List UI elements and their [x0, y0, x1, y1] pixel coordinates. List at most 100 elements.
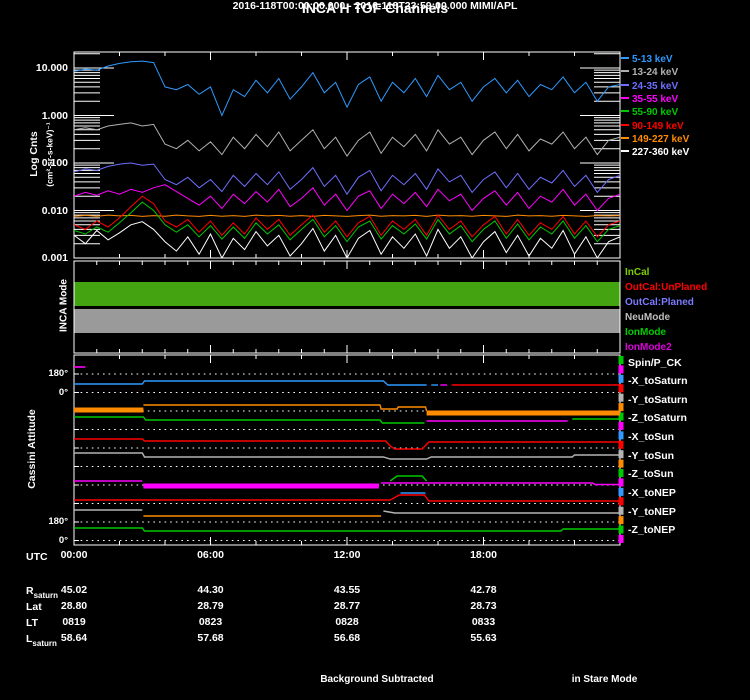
attitude-ytick-label: 0° [58, 386, 68, 398]
legend-dash-icon [621, 136, 629, 139]
attitude-edge-tick [618, 403, 624, 412]
attitude-trace--Y_toNEP [383, 510, 620, 514]
flux-legend-item: 149-227 keV [621, 134, 689, 145]
attitude-ytick-label: 180° [48, 516, 68, 527]
flux-legend-label: 90-149 keV [632, 120, 684, 132]
attitude-edge-tick [618, 393, 624, 402]
mode-legend-item: NeuMode [625, 312, 670, 323]
attitude-edge-tick [618, 469, 624, 478]
flux-legend-label: 55-90 keV [632, 107, 679, 119]
legend-dash-icon [621, 150, 629, 153]
ephemeris-value: 58.64 [60, 632, 88, 644]
legend-dash-icon [621, 123, 629, 126]
ephemeris-value: 0819 [62, 616, 86, 628]
flux-legend-label: 227-360 keV [632, 147, 690, 159]
attitude-edge-tick [618, 356, 624, 364]
attitude-edge-tick [618, 421, 624, 430]
ephemeris-value: 28.77 [333, 600, 361, 612]
flux-legend-label: 5-13 keV [632, 54, 673, 65]
ephemeris-value: 28.80 [60, 600, 88, 612]
legend-dash-icon [621, 96, 629, 99]
ephemeris-row-label: Lat [26, 601, 42, 613]
flux-trace-24-35keV [74, 162, 620, 196]
background-subtracted-note: Background Subtracted [320, 674, 434, 685]
attitude-ytick-label: 180° [48, 368, 68, 379]
stare-mode-note: in Stare Mode [571, 674, 638, 685]
ephemeris-value: 42.78 [470, 584, 497, 596]
attitude-trace--X_toSun [74, 438, 620, 450]
attitude-trace--X_toNEP [74, 494, 620, 502]
attitude-legend-item: -Z_toNEP [628, 524, 676, 537]
ephemeris-value: 57.68 [197, 632, 224, 644]
ephemeris-value: 0823 [198, 616, 223, 628]
ephemeris-value: 28.73 [470, 600, 497, 612]
mode-legend-item: InCal [625, 267, 650, 278]
attitude-legend-item: -Y_toSaturn [628, 393, 688, 406]
flux-ytick-label: 0.001 [41, 252, 68, 264]
attitude-legend-item: -X_toSun [628, 431, 675, 444]
flux-trace-5-13keV [74, 60, 620, 117]
mode-legend-item: IonMode2 [625, 342, 672, 353]
attitude-legend-item: -X_toSaturn [628, 375, 688, 388]
mode-legend-item: OutCal:Planed [625, 297, 694, 308]
flux-legend-item: 5-13 keV [621, 54, 673, 65]
time-range-subtitle: 2016-118T00:00:00.000 - 2016-118T23:59:0… [232, 0, 518, 12]
attitude-edge-tick [618, 431, 624, 440]
flux-ytick-label: 0.010 [41, 204, 68, 217]
attitude-legend-item: -Y_toSun [628, 449, 675, 462]
attitude-edge-tick [618, 365, 624, 374]
attitude-trace--Z_toSun [389, 475, 428, 482]
attitude-legend-item: -X_toNEP [628, 487, 676, 500]
ephemeris-value: 45.02 [60, 584, 88, 596]
legend-dash-icon [621, 110, 629, 113]
flux-legend-item: 35-55 keV [621, 94, 678, 105]
flux-legend-item: 24-35 keV [621, 81, 678, 92]
attitude-edge-tick [618, 459, 624, 468]
attitude-legend-item: Spin/P_CK [628, 356, 682, 369]
ephemeris-value: 55.63 [470, 632, 497, 644]
flux-axis-units-label: (cm²-sr-s-keV)⁻¹ [44, 122, 55, 187]
mode-legend-item: IonMode [625, 327, 667, 338]
utc-tick-label: 12:00 [333, 549, 361, 561]
attitude-trace--Y_toSun [74, 452, 620, 460]
inca-mode-axis-label: INCA Mode [58, 279, 70, 332]
row-label-main: LT [26, 617, 39, 629]
attitude-trace--X_toSaturn [74, 380, 427, 386]
attitude-trace--Z_toSun [381, 482, 620, 486]
inca-mode-panel [73, 260, 621, 354]
flux-legend-item: 55-90 keV [621, 107, 678, 118]
flux-ytick-label: 10.000 [35, 62, 68, 74]
flux-legend-label: 13-24 keV [632, 67, 679, 79]
attitude-edge-tick [618, 516, 624, 525]
flux-axis-label: Log Cnts [28, 131, 40, 177]
attitude-trace--Z_toSaturn [74, 416, 425, 424]
attitude-legend-item: -Z_toSaturn [628, 412, 687, 425]
flux-trace-13-24keV [74, 122, 620, 158]
flux-legend-label: 35-55 keV [632, 93, 679, 105]
flux-legend-item: 13-24 keV [621, 67, 678, 78]
flux-ytick-label: 1.000 [41, 109, 68, 122]
ephemeris-value: 0833 [471, 616, 496, 628]
flux-ytick-label: 0.100 [41, 157, 68, 169]
flux-trace-149-227keV [74, 214, 620, 217]
legend-dash-icon [621, 57, 629, 59]
flux-legend-label: 24-35 keV [632, 80, 679, 92]
ephemeris-value: 44.30 [197, 584, 224, 596]
attitude-ytick-label: 0° [58, 534, 68, 546]
flux-legend-item: 90-149 keV [621, 121, 684, 132]
row-label-main: Lat [26, 601, 42, 613]
ephemeris-value: 28.79 [197, 600, 224, 612]
mode-legend-item: OutCal:UnPlaned [625, 282, 708, 293]
row-label-main: R [26, 585, 34, 597]
attitude-edge-tick [618, 450, 624, 459]
ephemeris-value: 56.68 [333, 632, 361, 644]
legend-dash-icon [621, 83, 629, 86]
attitude-trace--Y_toSaturn [143, 404, 428, 412]
plot-page: INCA H TOF Channels 2016-118T00:00:00.00… [0, 0, 750, 700]
attitude-edge-tick [618, 534, 624, 543]
attitude-edge-tick [618, 478, 624, 487]
utc-tick-label: 18:00 [470, 549, 497, 561]
flux-legend-item: 227-360 keV [621, 147, 689, 158]
flux-legend-label: 149-227 keV [632, 133, 690, 145]
utc-tick-label: 00:00 [60, 549, 88, 561]
